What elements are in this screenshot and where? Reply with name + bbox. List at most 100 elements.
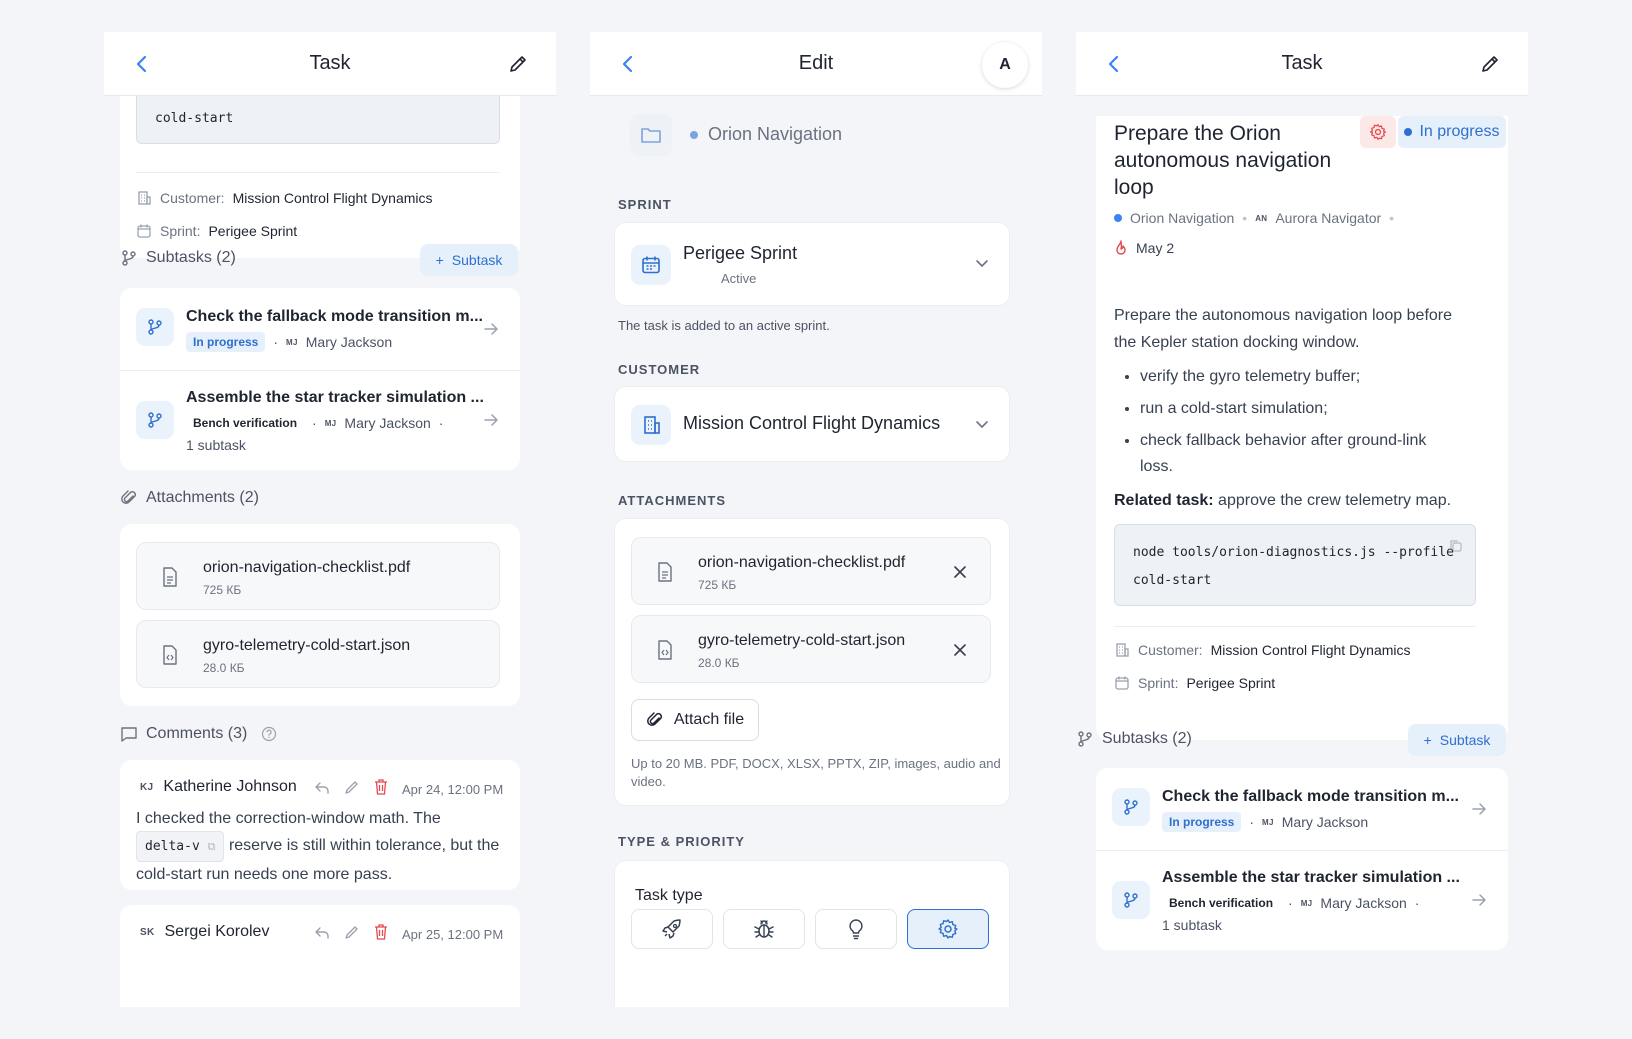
avatar[interactable]: A [982, 42, 1028, 88]
related-task: Related task: approve the crew telemetry… [1114, 492, 1452, 509]
comment-header: KJ Katherine Johnson [140, 778, 297, 796]
edit-pencil-icon[interactable] [504, 50, 532, 78]
arrow-right-icon [484, 323, 498, 335]
subtask-title: Check the fallback mode transition m... [1162, 788, 1459, 805]
attachment-item[interactable]: orion-navigation-checklist.pdf 725 КБ [631, 537, 991, 605]
project-row[interactable]: Orion Navigation [606, 96, 1026, 176]
edit-pencil-icon[interactable] [344, 924, 360, 940]
document-icon [163, 567, 177, 587]
help-circle-icon[interactable] [261, 726, 277, 742]
list-item[interactable]: Assemble the star tracker simulation ...… [1096, 851, 1508, 950]
subtask-title: Assemble the star tracker simulation ... [1162, 869, 1460, 886]
branch-icon [136, 308, 174, 346]
page-title: Edit [798, 52, 834, 74]
branch-icon [136, 401, 174, 439]
bug-icon [754, 920, 774, 938]
comment-author: Sergei Korolev [164, 923, 270, 940]
plus-icon: + [1423, 732, 1432, 748]
attachment-size: 28.0 КБ [203, 661, 245, 675]
sprint-select[interactable]: Perigee Sprint Active [614, 222, 1010, 306]
task-title: Prepare the Orion autonomous navigation … [1114, 122, 1332, 199]
page-title: Task [1281, 52, 1323, 74]
comment-date: Apr 24, 12:00 PM [402, 782, 504, 797]
status-badge[interactable]: In progress [1398, 116, 1506, 148]
copy-icon[interactable] [1449, 539, 1463, 553]
subtask-count: 1 subtask [1162, 917, 1222, 933]
arrow-right-icon [1472, 894, 1486, 906]
due-date: May 2 [1114, 240, 1174, 256]
top-bar: Edit A [590, 32, 1042, 96]
add-subtask-button[interactable]: + Subtask [420, 244, 518, 276]
section-caption: Type & Priority [618, 834, 745, 849]
comment-header: SK Sergei Korolev [140, 923, 269, 941]
task-type-idea[interactable] [815, 909, 897, 949]
reply-icon[interactable] [314, 781, 330, 795]
code-file-icon [163, 645, 177, 665]
back-chevron-icon[interactable] [1102, 52, 1126, 76]
task-description: Prepare the autonomous navigation loop b… [1114, 307, 1453, 351]
paperclip-icon [646, 712, 662, 726]
attach-help: Up to 20 MB. PDF, DOCX, XLSX, PPTX, ZIP,… [631, 756, 1001, 789]
subtasks-heading: Subtasks (2) [1076, 730, 1192, 748]
close-icon[interactable] [954, 644, 966, 656]
attachment-item[interactable]: gyro-telemetry-cold-start.json 28.0 КБ [136, 620, 500, 688]
inline-code: delta-v ⧉ [136, 831, 225, 862]
calendar-icon [137, 224, 151, 238]
attachments-heading: Attachments (2) [120, 489, 259, 507]
top-bar: Task [1076, 32, 1528, 96]
sprint-name: Perigee Sprint [683, 243, 798, 263]
rocket-icon [662, 919, 681, 939]
calendar-icon [1115, 676, 1129, 690]
sprint-row: Sprint: Perigee Sprint [1114, 675, 1275, 691]
attachment-item[interactable]: orion-navigation-checklist.pdf 725 КБ [136, 542, 500, 610]
customer-row: Customer: Mission Control Flight Dynamic… [1114, 642, 1411, 658]
code-block: cold-start [136, 92, 500, 144]
attach-file-button[interactable]: Attach file [631, 699, 759, 741]
avatar: MJ [1262, 817, 1274, 827]
task-type-technical[interactable] [907, 909, 989, 949]
task-type-badge [1360, 116, 1396, 148]
subtask-meta: In progress · MJ Mary Jackson [186, 332, 392, 352]
sprint-help: The task is added to an active sprint. [618, 318, 830, 333]
trash-icon[interactable] [374, 924, 388, 940]
task-screen-right: Task Prepare the Orion autonomous naviga… [1076, 32, 1528, 1007]
sprint-row: Sprint: Perigee Sprint [136, 223, 297, 239]
copy-icon: ⧉ [207, 840, 216, 853]
details-card: cold-start Customer: Mission Control Fli… [120, 72, 520, 258]
attachment-name: orion-navigation-checklist.pdf [698, 554, 906, 571]
reply-icon[interactable] [314, 926, 330, 940]
back-chevron-icon[interactable] [130, 52, 154, 76]
page-title: Task [309, 52, 351, 74]
chevron-down-icon [976, 421, 988, 429]
comment-date: Apr 25, 12:00 PM [402, 927, 504, 942]
sprint-state: Active [721, 271, 757, 286]
gear-icon [938, 919, 958, 939]
avatar: MJ [1300, 898, 1313, 908]
avatar: MJ [324, 418, 337, 428]
task-detail-card: Prepare the Orion autonomous navigation … [1096, 116, 1508, 740]
section-caption: Attachments [618, 493, 727, 508]
list-item[interactable]: Assemble the star tracker simulation ...… [120, 371, 520, 470]
back-chevron-icon[interactable] [616, 52, 640, 76]
status-badge: Bench verification [1169, 896, 1274, 910]
task-type-feature[interactable] [631, 909, 713, 949]
project-name[interactable]: Orion Navigation [1130, 210, 1234, 226]
list-item[interactable]: Check the fallback mode transition m... … [120, 288, 520, 370]
avatar: SK [140, 926, 155, 938]
trash-icon[interactable] [374, 779, 388, 795]
attachment-item[interactable]: gyro-telemetry-cold-start.json 28.0 КБ [631, 615, 991, 683]
subtasks-heading: Subtasks (2) [120, 249, 236, 267]
close-icon[interactable] [954, 566, 966, 578]
attachments-card: orion-navigation-checklist.pdf 725 КБ gy… [120, 524, 520, 706]
task-type-bug[interactable] [723, 909, 805, 949]
building-icon [631, 405, 671, 445]
attachment-name: orion-navigation-checklist.pdf [203, 559, 411, 576]
edit-pencil-icon[interactable] [1476, 50, 1504, 78]
add-subtask-button[interactable]: + Subtask [1408, 724, 1506, 756]
status-badge: In progress [186, 332, 266, 352]
list-item[interactable]: Check the fallback mode transition m... … [1096, 768, 1508, 850]
customer-select[interactable]: Mission Control Flight Dynamics [614, 386, 1010, 462]
gear-icon [1370, 124, 1386, 140]
edit-pencil-icon[interactable] [344, 779, 360, 795]
building-icon [1116, 643, 1129, 657]
